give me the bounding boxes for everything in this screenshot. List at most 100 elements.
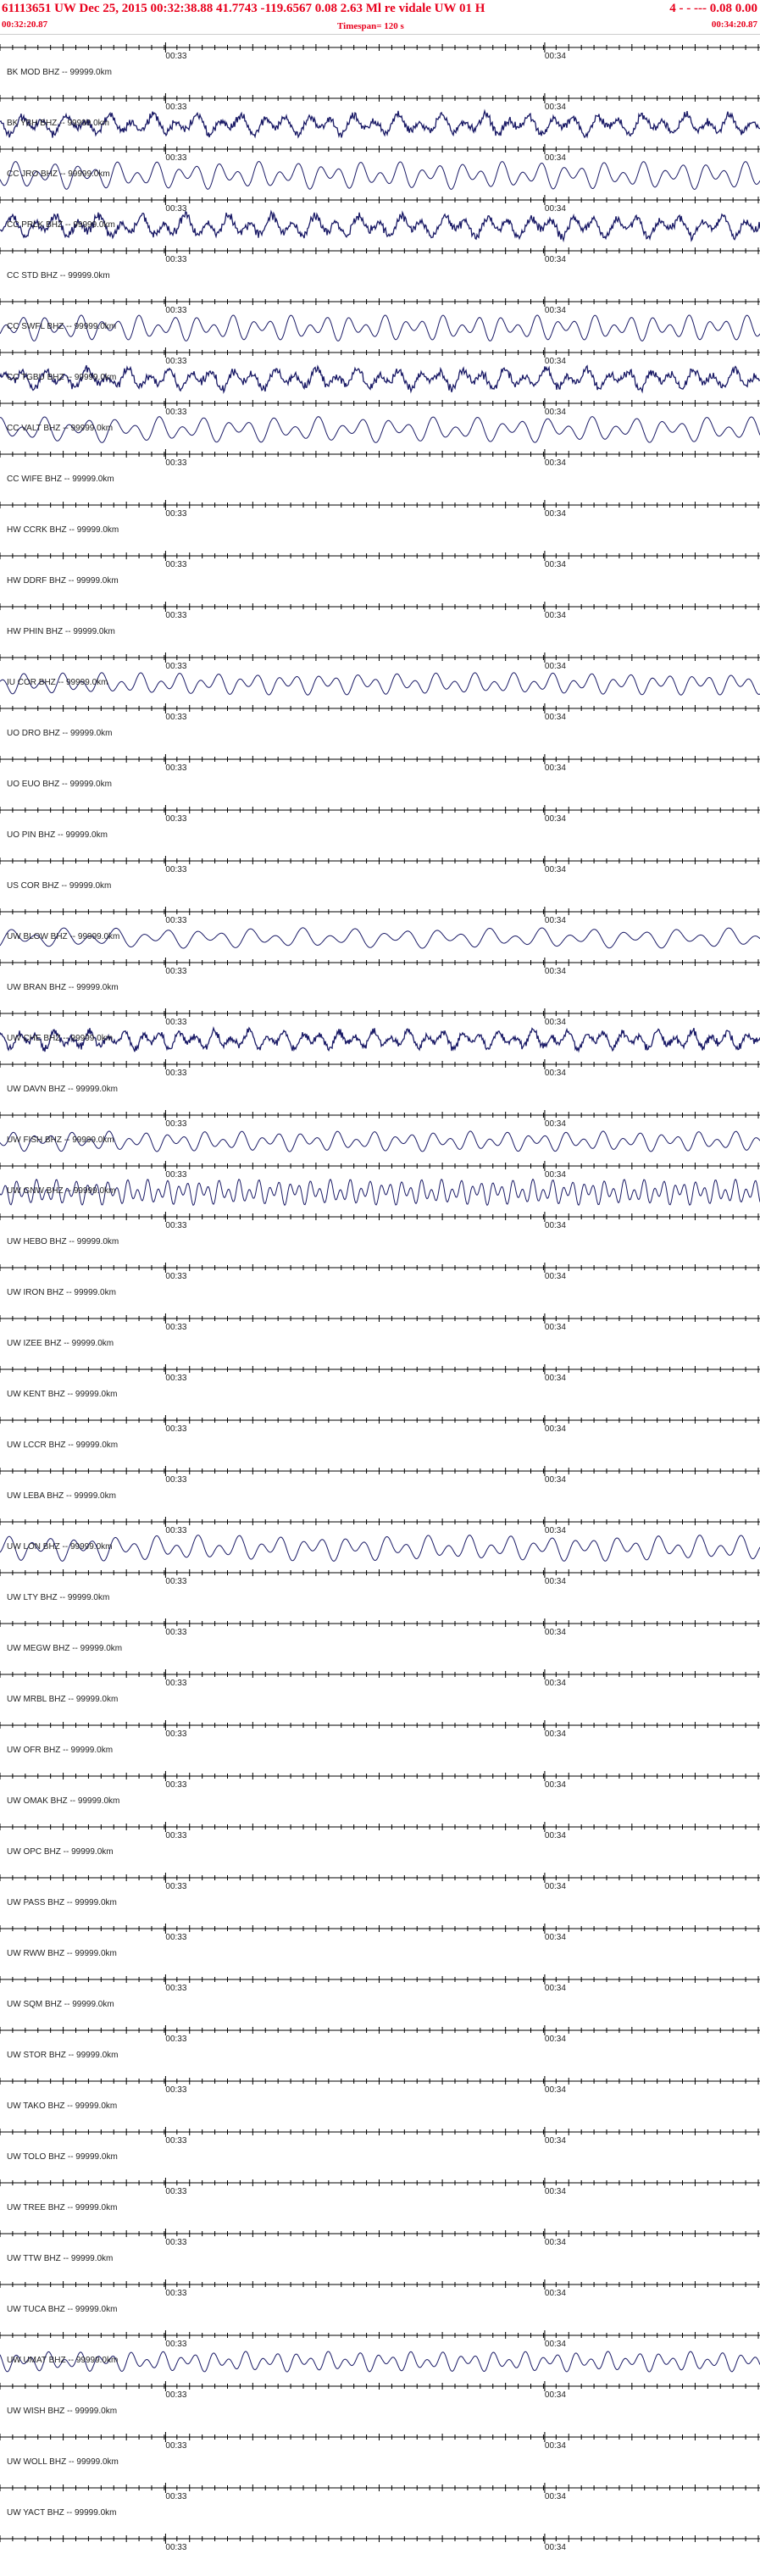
channel-row: HW PHIN BHZ -- 99999.0km 00:33 00:34 — [0, 627, 760, 671]
channel-row: UW UMAT BHZ -- 99999.0km 00:33 00:34 — [0, 2351, 760, 2400]
tick-label: 00:34 — [545, 1069, 566, 1078]
channel-label: UW TAKO BHZ -- 99999.0km — [7, 2101, 117, 2111]
channel-row: UW TREE BHZ -- 99999.0km 00:33 00:34 — [0, 2203, 760, 2247]
channel-label: UW YACT BHZ -- 99999.0km — [7, 2508, 116, 2518]
channel-row: UW TTW BHZ -- 99999.0km 00:33 00:34 — [0, 2254, 760, 2298]
channel-label: CC JRO BHZ -- 99999.0km — [7, 169, 110, 179]
channel-row: UW WOLL BHZ -- 99999.0km 00:33 00:34 — [0, 2457, 760, 2501]
tick-label: 00:34 — [545, 408, 566, 417]
channel-label: UW PASS BHZ -- 99999.0km — [7, 1898, 117, 1907]
channel-label: UW LTY BHZ -- 99999.0km — [7, 1593, 109, 1602]
seismic-trace — [0, 1535, 760, 1562]
tick-label: 00:34 — [545, 1018, 566, 1027]
channel-row: UW TAKO BHZ -- 99999.0km 00:33 00:34 — [0, 2101, 760, 2146]
tick-label: 00:33 — [165, 967, 186, 976]
channel-row: BK MOD BHZ -- 99999.0km 00:33 00:34 — [0, 68, 760, 112]
channel-label: CC PRLK BHZ -- 99999.0km — [7, 220, 115, 230]
tick-label: 00:33 — [165, 2136, 186, 2146]
channel-row: HW DDRF BHZ -- 99999.0km 00:33 00:34 — [0, 576, 760, 620]
channel-label: UW MEGW BHZ -- 99999.0km — [7, 1644, 122, 1653]
channel-label: UW LEBA BHZ -- 99999.0km — [7, 1491, 116, 1501]
tick-label: 00:34 — [545, 1882, 566, 1891]
channel-label: UW STOR BHZ -- 99999.0km — [7, 2051, 119, 2060]
end-time: 00:34:20.87 — [711, 19, 757, 30]
tick-label: 00:34 — [545, 1933, 566, 1942]
tick-label: 00:34 — [545, 1831, 566, 1840]
tick-label: 00:33 — [165, 1018, 186, 1027]
tick-label: 00:34 — [545, 611, 566, 620]
channel-label: UO EUO BHZ -- 99999.0km — [7, 780, 112, 789]
channel-label: UW LON BHZ -- 99999.0km — [7, 1542, 112, 1552]
tick-label: 00:33 — [165, 204, 186, 214]
channel-row: BK HUMO BHZ -- 99999.0km00:3300:34 — [0, 42, 760, 61]
channel-row: US COR BHZ -- 99999.0km 00:33 00:34 — [0, 881, 760, 925]
channel-row: UO PIN BHZ -- 99999.0km 00:33 00:34 — [0, 830, 760, 874]
channel-row: UW KENT BHZ -- 99999.0km 00:33 00:34 — [0, 1390, 760, 1434]
tick-label: 00:33 — [165, 408, 186, 417]
tick-label: 00:33 — [165, 2289, 186, 2298]
tick-label: 00:34 — [545, 2035, 566, 2044]
tick-label: 00:34 — [545, 1323, 566, 1332]
channel-label: CC WIFE BHZ -- 99999.0km — [7, 475, 114, 484]
channel-row: CC TGBU BHZ -- 99999.0km 00:33 00:34 — [0, 364, 760, 417]
tick-label: 00:34 — [545, 255, 566, 264]
channel-row: UW BRAN BHZ -- 99999.0km 00:33 00:34 — [0, 983, 760, 1027]
tick-label: 00:34 — [545, 2492, 566, 2501]
channel-row: UW GNW BHZ -- 99999.0km 00:33 00:34 — [0, 1178, 760, 1230]
channel-label: US COR BHZ -- 99999.0km — [7, 881, 111, 891]
tick-label: 00:34 — [545, 306, 566, 315]
tick-label: 00:34 — [545, 458, 566, 468]
tick-label: 00:34 — [545, 2390, 566, 2400]
channel-row: UW HEBO BHZ -- 99999.0km 00:33 00:34 — [0, 1237, 760, 1281]
seismogram-plot: BK HUMO BHZ -- 99999.0km00:3300:34 BK MOD… — [0, 42, 760, 2552]
tick-label: 00:33 — [165, 1170, 186, 1180]
tick-label: 00:34 — [545, 2441, 566, 2451]
channel-label: HW DDRF BHZ -- 99999.0km — [7, 576, 119, 586]
tick-label: 00:34 — [545, 763, 566, 773]
tick-label: 00:34 — [545, 1272, 566, 1281]
channel-label: UW WISH BHZ -- 99999.0km — [7, 2407, 117, 2416]
channel-label: UW WOLL BHZ -- 99999.0km — [7, 2457, 119, 2467]
tick-label: 00:34 — [545, 560, 566, 569]
channel-label: UW CHE BHZ -- 99999.0km — [7, 1034, 113, 1043]
channel-label: UW LCCR BHZ -- 99999.0km — [7, 1441, 118, 1450]
tick-label: 00:34 — [545, 2085, 566, 2095]
tick-label: 00:34 — [545, 1475, 566, 1485]
tick-label: 00:33 — [165, 2085, 186, 2095]
tick-label: 00:33 — [165, 2543, 186, 2552]
tick-label: 00:34 — [545, 52, 566, 61]
plot-header: 61113651 UW Dec 25, 2015 00:32:38.88 41.… — [0, 0, 760, 35]
tick-label: 00:33 — [165, 1679, 186, 1688]
tick-label: 00:33 — [165, 560, 186, 569]
tick-label: 00:33 — [165, 1475, 186, 1485]
tick-label: 00:33 — [165, 255, 186, 264]
channel-label: UW OFR BHZ -- 99999.0km — [7, 1746, 113, 1755]
channel-label: CC VALT BHZ -- 99999.0km — [7, 424, 113, 433]
tick-label: 00:33 — [165, 2187, 186, 2196]
tick-label: 00:33 — [165, 763, 186, 773]
tick-label: 00:33 — [165, 1729, 186, 1739]
channel-label: HW CCRK BHZ -- 99999.0km — [7, 525, 119, 535]
channel-row: UW TUCA BHZ -- 99999.0km 00:33 00:34 — [0, 2305, 760, 2349]
tick-label: 00:33 — [165, 1069, 186, 1078]
channel-row: UW MEGW BHZ -- 99999.0km 00:33 00:34 — [0, 1644, 760, 1688]
tick-label: 00:34 — [545, 814, 566, 824]
tick-label: 00:33 — [165, 2340, 186, 2349]
tick-label: 00:34 — [545, 2136, 566, 2146]
tick-label: 00:33 — [165, 103, 186, 112]
channel-row: UW OPC BHZ -- 99999.0km 00:33 00:34 — [0, 1847, 760, 1891]
seismic-trace — [0, 416, 760, 443]
tick-label: 00:33 — [165, 865, 186, 874]
seismic-trace — [0, 161, 760, 191]
channel-label: UW KENT BHZ -- 99999.0km — [7, 1390, 117, 1399]
tick-label: 00:34 — [545, 1221, 566, 1230]
tick-label: 00:34 — [545, 1679, 566, 1688]
channel-row: UW TOLO BHZ -- 99999.0km 00:33 00:34 — [0, 2152, 760, 2196]
seismic-trace — [0, 108, 760, 139]
channel-label: UW TUCA BHZ -- 99999.0km — [7, 2305, 117, 2314]
start-time: 00:32:20.87 — [2, 19, 48, 30]
tick-label: 00:34 — [545, 1577, 566, 1586]
channel-row: BK YBH BHZ -- 99999.0km 00:33 00:34 — [0, 108, 760, 163]
channel-row: UW FISH BHZ -- 99999.0km 00:33 00:34 — [0, 1130, 760, 1180]
tick-label: 00:33 — [165, 1323, 186, 1332]
